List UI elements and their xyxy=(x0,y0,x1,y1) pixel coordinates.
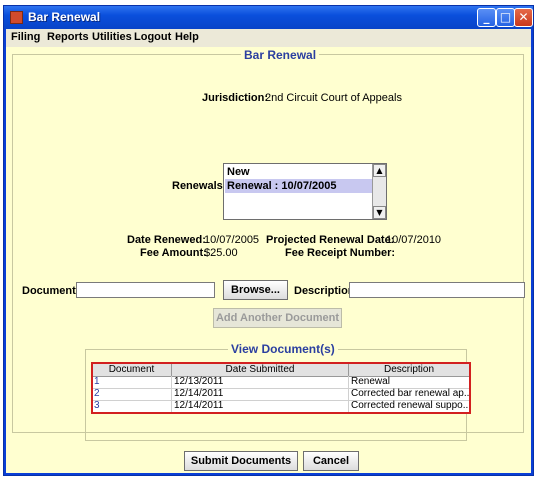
description-input[interactable] xyxy=(349,282,525,298)
date-renewed-label: Date Renewed: xyxy=(127,234,206,246)
renewals-label: Renewals xyxy=(172,180,223,192)
document-input[interactable] xyxy=(76,282,215,298)
menu-reports[interactable]: Reports xyxy=(47,31,89,43)
add-another-document-button[interactable]: Add Another Document xyxy=(213,308,342,328)
fee-amount-value: $25.00 xyxy=(204,247,238,259)
view-documents-title: View Document(s) xyxy=(228,342,338,356)
close-button[interactable]: ✕ xyxy=(514,8,533,27)
menu-help[interactable]: Help xyxy=(175,31,199,43)
app-icon xyxy=(10,11,23,24)
list-item-selected[interactable]: Renewal : 10/07/2005 xyxy=(225,179,373,193)
browse-button[interactable]: Browse... xyxy=(223,280,288,300)
date-renewed-value: 10/07/2005 xyxy=(204,234,260,246)
projected-renewal-label: Projected Renewal Date: xyxy=(266,234,395,246)
list-item[interactable]: New xyxy=(225,165,250,179)
jurisdiction-label: Jurisdiction: xyxy=(202,92,269,104)
document-label: Document: xyxy=(22,285,80,297)
menu-logout[interactable]: Logout xyxy=(134,31,171,43)
maximize-button[interactable]: □ xyxy=(496,8,515,27)
jurisdiction-value: 2nd Circuit Court of Appeals xyxy=(265,92,402,104)
minimize-button[interactable]: _ xyxy=(477,8,496,27)
scroll-up-icon[interactable]: ▲ xyxy=(373,164,386,177)
view-documents-panel: View Document(s) Document Date Submitted… xyxy=(85,342,471,441)
list-scrollbar[interactable]: ▲ ▼ xyxy=(372,164,386,219)
menu-bar: Filing Reports Utilities Logout Help xyxy=(6,29,531,47)
table-highlight-box xyxy=(91,362,471,414)
renewals-list[interactable]: New Renewal : 10/07/2005 ▲ ▼ xyxy=(223,163,387,220)
menu-utilities[interactable]: Utilities xyxy=(92,31,132,43)
cancel-button[interactable]: Cancel xyxy=(303,451,359,471)
fee-amount-label: Fee Amount: xyxy=(140,247,207,259)
fee-receipt-label: Fee Receipt Number: xyxy=(285,247,396,259)
title-bar[interactable]: Bar Renewal _ □ ✕ xyxy=(4,6,533,29)
app-window: Bar Renewal _ □ ✕ Filing Reports Utiliti… xyxy=(3,5,534,476)
menu-filing[interactable]: Filing xyxy=(11,31,40,43)
scroll-down-icon[interactable]: ▼ xyxy=(373,206,386,219)
submit-documents-button[interactable]: Submit Documents xyxy=(184,451,298,471)
panel-title: Bar Renewal xyxy=(241,48,320,62)
projected-renewal-value: 10/07/2010 xyxy=(386,234,442,246)
bar-renewal-panel: Bar Renewal Jurisdiction: 2nd Circuit Co… xyxy=(12,48,525,441)
window-title: Bar Renewal xyxy=(28,10,101,24)
form-content: Bar Renewal Jurisdiction: 2nd Circuit Co… xyxy=(6,47,531,473)
